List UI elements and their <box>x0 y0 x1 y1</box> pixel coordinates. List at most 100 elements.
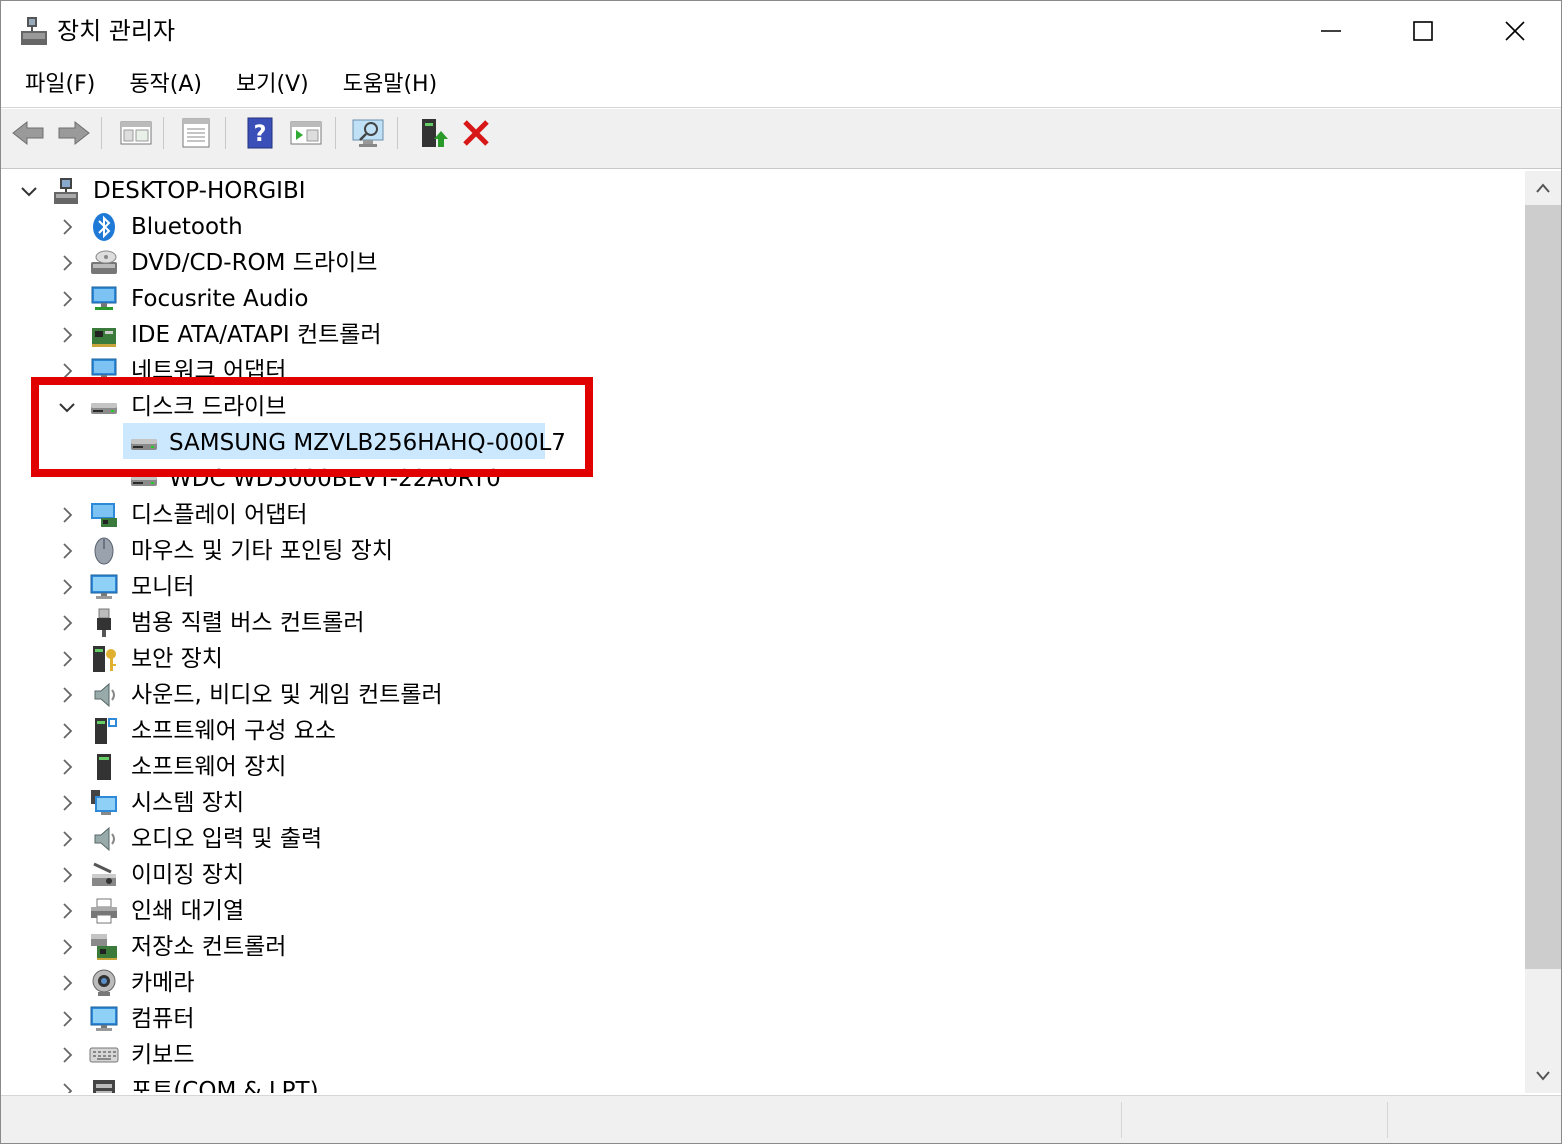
tree-category[interactable]: 보안 장치 <box>3 641 1523 677</box>
tree-item-label: DESKTOP-HORGIBI <box>93 178 306 204</box>
tree-category[interactable]: Bluetooth <box>3 209 1523 245</box>
scan-hardware-button[interactable] <box>349 115 387 151</box>
toolbar-divider <box>225 117 226 149</box>
chevron-right-icon[interactable] <box>57 829 77 849</box>
chevron-right-icon[interactable] <box>57 685 77 705</box>
vertical-scrollbar[interactable] <box>1525 171 1561 1093</box>
tree-item-label: 사운드, 비디오 및 게임 컨트롤러 <box>131 682 443 708</box>
chevron-right-icon[interactable] <box>57 901 77 921</box>
tree-category[interactable]: Focusrite Audio <box>3 281 1523 317</box>
svg-text:?: ? <box>254 122 267 147</box>
chevron-right-icon[interactable] <box>57 217 77 237</box>
tree-item-label: 마우스 및 기타 포인팅 장치 <box>131 538 394 564</box>
tree-category[interactable]: IDE ATA/ATAPI 컨트롤러 <box>3 317 1523 353</box>
chevron-right-icon[interactable] <box>57 793 77 813</box>
uninstall-device-button[interactable] <box>457 115 495 151</box>
chevron-right-icon[interactable] <box>57 505 77 525</box>
menu-bar: 파일(F) 동작(A) 보기(V) 도움말(H) <box>1 63 1561 107</box>
monitor-icon <box>90 1006 118 1031</box>
tree-item-label: 소프트웨어 구성 요소 <box>131 718 337 744</box>
tree-category[interactable]: 소프트웨어 구성 요소 <box>3 713 1523 749</box>
chevron-right-icon[interactable] <box>57 577 77 597</box>
toolbar-border <box>1 155 1561 169</box>
chevron-down-icon <box>1536 1071 1550 1081</box>
tree-category[interactable]: 포트(COM & LPT) <box>3 1073 1523 1093</box>
help-button[interactable]: ? <box>241 115 279 151</box>
chevron-right-icon[interactable] <box>57 289 77 309</box>
tree-category[interactable]: 컴퓨터 <box>3 1001 1523 1037</box>
tree-category[interactable]: 이미징 장치 <box>3 857 1523 893</box>
chevron-right-icon[interactable] <box>57 865 77 885</box>
tree-category[interactable]: 사운드, 비디오 및 게임 컨트롤러 <box>3 677 1523 713</box>
chevron-right-icon[interactable] <box>57 649 77 669</box>
tree-item-label: Focusrite Audio <box>131 286 309 312</box>
chevron-right-icon[interactable] <box>57 541 77 561</box>
back-icon <box>12 120 44 146</box>
tree-item-label: 모니터 <box>131 574 195 600</box>
tree-item-label: 소프트웨어 장치 <box>131 754 287 780</box>
storage-controller-icon <box>91 934 117 960</box>
update-driver-icon <box>422 119 448 147</box>
chevron-up-icon <box>1536 183 1550 193</box>
tree-category[interactable]: 키보드 <box>3 1037 1523 1073</box>
tree-category[interactable]: 디스플레이 어댑터 <box>3 497 1523 533</box>
minimize-icon <box>1321 30 1341 32</box>
tree-item-label: IDE ATA/ATAPI 컨트롤러 <box>131 322 382 348</box>
status-divider <box>1387 1102 1388 1138</box>
tree-category[interactable]: 모니터 <box>3 569 1523 605</box>
scroll-thumb[interactable] <box>1525 205 1561 969</box>
toolbar-divider <box>163 117 164 149</box>
chevron-right-icon[interactable] <box>57 721 77 741</box>
tree-category[interactable]: 마우스 및 기타 포인팅 장치 <box>3 533 1523 569</box>
menu-divider <box>1 107 1561 108</box>
maximize-button[interactable] <box>1377 1 1469 61</box>
tree-root[interactable]: DESKTOP-HORGIBI <box>3 173 1523 209</box>
menu-file[interactable]: 파일(F) <box>11 64 109 106</box>
tree-category[interactable]: 인쇄 대기열 <box>3 893 1523 929</box>
tree-category[interactable]: DVD/CD-ROM 드라이브 <box>3 245 1523 281</box>
forward-button[interactable] <box>55 115 93 151</box>
menu-view[interactable]: 보기(V) <box>222 64 323 106</box>
properties-button[interactable] <box>177 115 215 151</box>
menu-action[interactable]: 동작(A) <box>115 64 216 106</box>
chevron-right-icon[interactable] <box>57 253 77 273</box>
port-icon <box>93 1080 115 1093</box>
action-pane-button[interactable] <box>287 115 325 151</box>
chevron-right-icon[interactable] <box>57 757 77 777</box>
tree-category[interactable]: 범용 직렬 버스 컨트롤러 <box>3 605 1523 641</box>
minimize-button[interactable] <box>1285 1 1377 61</box>
chevron-right-icon[interactable] <box>57 973 77 993</box>
scroll-up-button[interactable] <box>1525 171 1561 205</box>
system-device-icon <box>91 790 117 815</box>
tree-category[interactable]: 오디오 입력 및 출력 <box>3 821 1523 857</box>
tree-category[interactable]: 시스템 장치 <box>3 785 1523 821</box>
tree-item-label: 포트(COM & LPT) <box>131 1078 319 1093</box>
title-bar: 장치 관리자 <box>1 1 1561 61</box>
chevron-right-icon[interactable] <box>57 937 77 957</box>
chevron-down-icon[interactable] <box>19 181 39 201</box>
menu-help[interactable]: 도움말(H) <box>329 64 451 106</box>
scan-hardware-icon <box>352 119 384 147</box>
close-button[interactable] <box>1469 1 1561 61</box>
tree-category[interactable]: 카메라 <box>3 965 1523 1001</box>
action-pane-icon <box>290 121 322 145</box>
tree-item-label: 보안 장치 <box>131 646 223 672</box>
chevron-right-icon[interactable] <box>57 1045 77 1065</box>
tree-category[interactable]: 저장소 컨트롤러 <box>3 929 1523 965</box>
toolbar-divider <box>335 117 336 149</box>
tree-category[interactable]: 소프트웨어 장치 <box>3 749 1523 785</box>
update-driver-button[interactable] <box>413 115 451 151</box>
show-hide-console-tree-button[interactable] <box>117 115 155 151</box>
chevron-right-icon[interactable] <box>57 613 77 633</box>
toolbar-divider <box>397 117 398 149</box>
controller-card-icon <box>92 328 116 347</box>
chevron-right-icon[interactable] <box>57 1081 77 1093</box>
chevron-right-icon[interactable] <box>57 1009 77 1029</box>
window-title: 장치 관리자 <box>57 17 176 45</box>
back-button[interactable] <box>9 115 47 151</box>
tree-item-label: 이미징 장치 <box>131 862 245 888</box>
chevron-right-icon[interactable] <box>57 325 77 345</box>
scroll-down-button[interactable] <box>1525 1059 1561 1093</box>
software-device-icon <box>97 754 111 780</box>
uninstall-device-icon <box>463 120 489 146</box>
